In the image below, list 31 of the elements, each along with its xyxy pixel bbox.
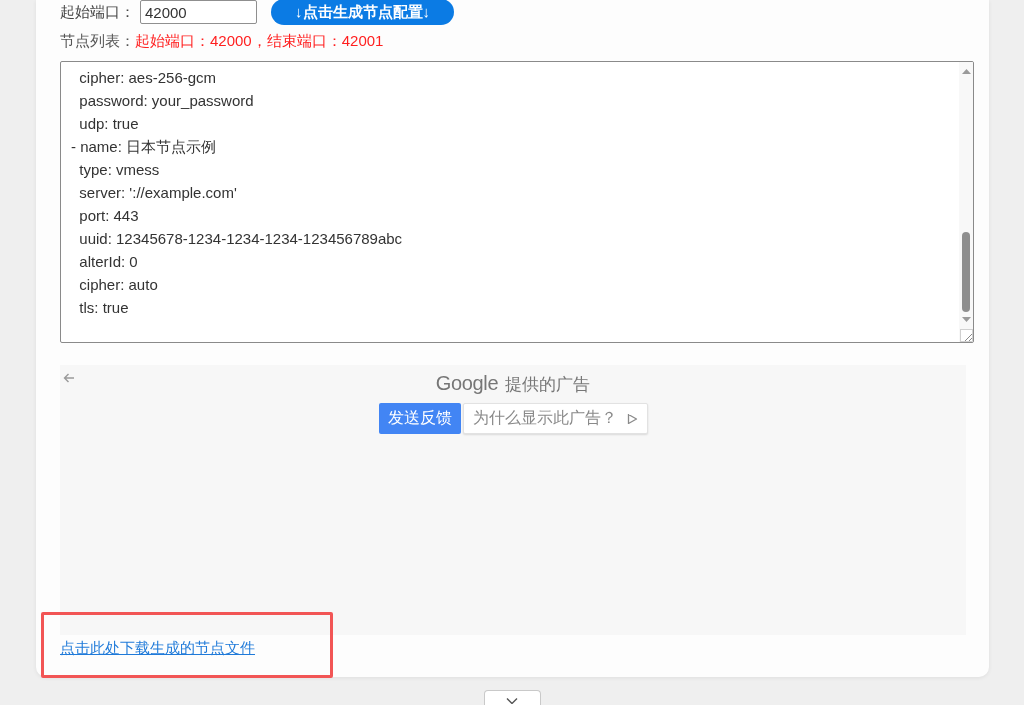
start-port-label: 起始端口： (60, 3, 135, 21)
node-list-label: 节点列表： (60, 32, 135, 49)
config-line: uuid: 12345678-1234-1234-1234-123456789abc (78, 229, 403, 249)
send-feedback-button[interactable]: 发送反馈 (378, 403, 461, 434)
config-line: type: vmess (78, 160, 160, 180)
ad-heading: 提供的广告 (505, 374, 591, 396)
scrollbar-thumb[interactable] (962, 232, 970, 312)
config-line: cipher: auto (78, 275, 158, 295)
config-line: port: 443 (78, 206, 139, 226)
config-textarea[interactable]: cipher: aes-256-gcm password: your_password udp: true - name: 日本节点示例 type: vmess server: '://example.com' port: 443 uuid: 12345678-1234-1234-1234-123456789abc alterId: 0 cipher: auto tls: true (60, 61, 974, 343)
why-this-ad-button[interactable]: 为什么显示此广告？ (462, 403, 648, 434)
resize-grip-icon[interactable] (959, 329, 973, 342)
generate-config-button[interactable]: ↓点击生成节点配置↓ (271, 0, 454, 25)
collapse-button[interactable] (483, 690, 541, 705)
download-link[interactable]: 点击此处下载生成的节点文件 (60, 639, 255, 656)
config-line: alterId: 0 (78, 252, 138, 272)
ad-provider-name: Google (435, 372, 499, 395)
chevron-down-icon (506, 698, 518, 704)
scroll-up-icon[interactable] (961, 69, 971, 74)
back-arrow-icon[interactable] (63, 373, 75, 383)
port-range-summary: 起始端口：42000，结束端口：42001 (135, 32, 384, 49)
start-port-field[interactable]: 42000 (140, 0, 257, 24)
config-line: udp: true (78, 114, 139, 134)
config-line: - name: 日本节点示例 (71, 137, 217, 157)
config-line: server: '://example.com' (78, 183, 237, 203)
play-triangle-icon (626, 412, 638, 425)
config-line: cipher: aes-256-gcm (78, 68, 217, 88)
scroll-down-icon[interactable] (961, 317, 971, 322)
config-line: tls: true (78, 298, 129, 318)
scrollbar[interactable] (959, 62, 973, 342)
config-line: password: your_password (78, 91, 254, 111)
